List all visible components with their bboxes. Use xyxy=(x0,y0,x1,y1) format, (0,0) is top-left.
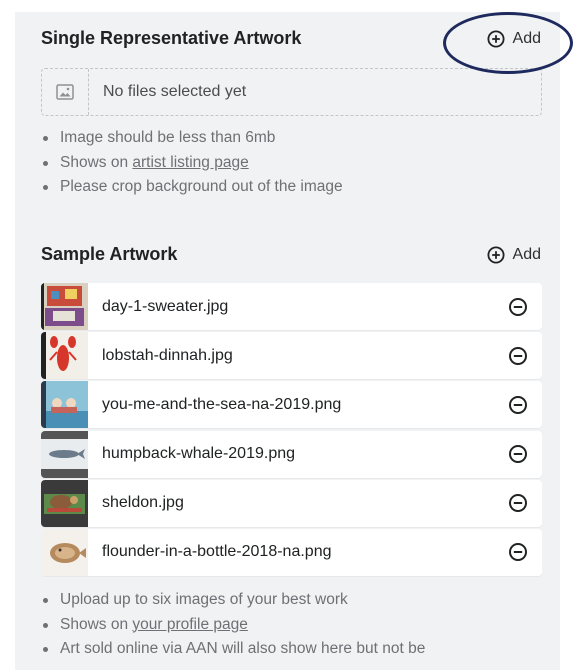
file-name: sheldon.jpg xyxy=(102,494,184,512)
single-artwork-dropzone[interactable]: No files selected yet xyxy=(41,68,542,116)
sample-artwork-header: Sample Artwork Add xyxy=(41,244,541,265)
file-name: you-me-and-the-sea-na-2019.png xyxy=(102,395,342,413)
single-artwork-add-label: Add xyxy=(512,29,541,47)
file-row: lobstah-dinnah.jpg xyxy=(41,332,542,380)
artwork-thumbnail xyxy=(41,528,88,576)
file-name: day-1-sweater.jpg xyxy=(102,297,229,315)
sample-artwork-add-label: Add xyxy=(512,245,541,263)
plus-circle-icon xyxy=(487,30,505,47)
sample-artwork-file-list: day-1-sweater.jpg lobstah-dinnah.jpg you… xyxy=(41,283,542,578)
single-artwork-header: Single Representative Artwork Add xyxy=(41,28,541,49)
guideline-item: Shows on artist listing page xyxy=(41,151,343,176)
artwork-thumbnail xyxy=(41,332,88,380)
sample-artwork-add-button[interactable]: Add xyxy=(487,246,541,264)
guideline-item: Shows on your profile page xyxy=(41,613,425,638)
single-artwork-add-button[interactable]: Add xyxy=(487,30,541,48)
file-row: flounder-in-a-bottle-2018-na.png xyxy=(41,528,542,576)
artwork-thumbnail xyxy=(41,283,88,330)
file-row: sheldon.jpg xyxy=(41,479,542,527)
remove-file-button[interactable] xyxy=(494,493,542,513)
file-name: flounder-in-a-bottle-2018-na.png xyxy=(102,543,332,561)
guideline-item: Art sold online via AAN will also show h… xyxy=(41,637,425,662)
image-icon xyxy=(56,84,74,100)
minus-circle-icon xyxy=(509,395,527,414)
remove-file-button[interactable] xyxy=(494,542,542,562)
file-name: lobstah-dinnah.jpg xyxy=(102,346,233,364)
single-artwork-title: Single Representative Artwork xyxy=(41,28,302,48)
minus-circle-icon xyxy=(509,346,527,365)
remove-file-button[interactable] xyxy=(494,444,542,464)
sample-artwork-title: Sample Artwork xyxy=(41,244,178,264)
sample-artwork-guidelines: Upload up to six images of your best wor… xyxy=(41,588,425,662)
artist-listing-page-link[interactable]: artist listing page xyxy=(132,154,248,171)
artwork-panel: Single Representative Artwork Add No fil… xyxy=(15,12,560,670)
minus-circle-icon xyxy=(509,297,527,316)
plus-circle-icon xyxy=(487,246,505,263)
remove-file-button[interactable] xyxy=(494,346,542,366)
single-artwork-guidelines: Image should be less than 6mb Shows on a… xyxy=(41,126,343,200)
guideline-item: Upload up to six images of your best wor… xyxy=(41,588,425,613)
minus-circle-icon xyxy=(509,445,527,464)
dropzone-status-text: No files selected yet xyxy=(103,83,247,100)
profile-page-link[interactable]: your profile page xyxy=(132,616,247,633)
remove-file-button[interactable] xyxy=(494,297,542,317)
file-row: day-1-sweater.jpg xyxy=(41,283,542,330)
file-name: humpback-whale-2019.png xyxy=(102,445,296,463)
guideline-item: Please crop background out of the image xyxy=(41,175,343,200)
file-row: humpback-whale-2019.png xyxy=(41,430,542,478)
artwork-thumbnail xyxy=(41,381,88,429)
artwork-thumbnail xyxy=(41,430,88,478)
remove-file-button[interactable] xyxy=(494,395,542,415)
artwork-thumbnail xyxy=(41,479,88,527)
guideline-item: Image should be less than 6mb xyxy=(41,126,343,151)
file-row: you-me-and-the-sea-na-2019.png xyxy=(41,381,542,429)
minus-circle-icon xyxy=(509,494,527,513)
minus-circle-icon xyxy=(509,543,527,562)
